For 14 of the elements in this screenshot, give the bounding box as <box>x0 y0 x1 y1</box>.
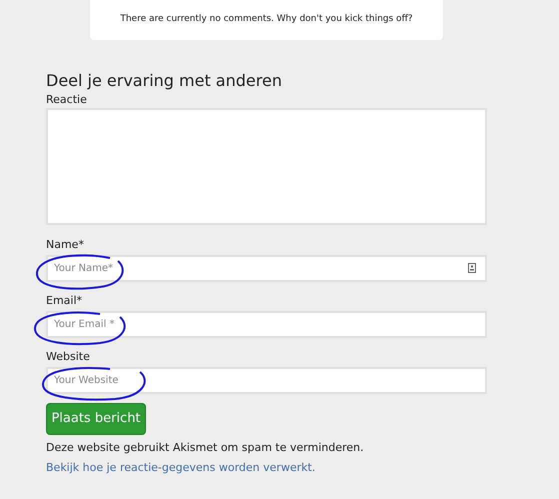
text-field[interactable]: Your Name* <box>46 255 487 282</box>
submit-button[interactable]: Plaats bericht <box>46 403 146 435</box>
field-label: Reactie <box>46 93 87 107</box>
contact-card-icon[interactable] <box>468 263 476 273</box>
data-processing-link[interactable]: Bekijk hoe je reactie-gegevens worden verwerkt. <box>46 461 316 474</box>
field-label: Website <box>46 350 90 364</box>
form-heading: Deel je ervaring met anderen <box>46 71 283 91</box>
spam-notice: Deze website gebruikt Akismet om spam te verminderen. Bekijk hoe je reactie-gegevens worden verwerkt. <box>46 440 365 476</box>
text-field[interactable]: Your Website <box>46 367 487 394</box>
no-comments-notice: There are currently no comments. Why don't you kick things off? <box>120 13 413 26</box>
field-label: Email* <box>46 294 82 308</box>
text-field[interactable]: Your Email * <box>46 311 487 338</box>
field-label: Name* <box>46 238 84 252</box>
comment-field[interactable] <box>46 108 487 225</box>
